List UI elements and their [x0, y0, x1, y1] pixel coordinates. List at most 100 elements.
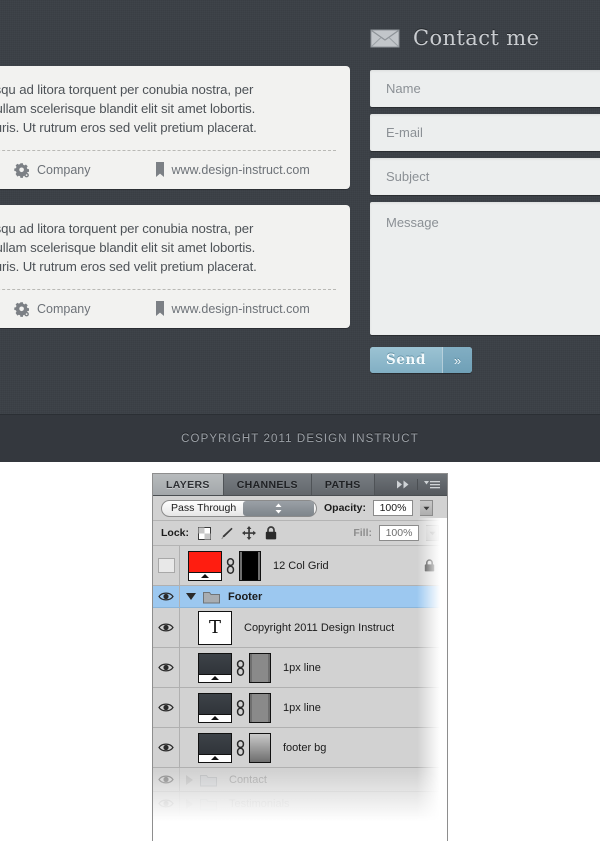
layer-mask-thumbnail[interactable] [239, 550, 261, 581]
layer-row-copyright-text[interactable]: T Copyright 2011 Design Instruct [153, 608, 447, 648]
layer-thumbnail[interactable] [188, 550, 222, 581]
panel-menu-icon[interactable] [424, 480, 440, 490]
website-meta[interactable]: www.design-instruct.com [155, 162, 310, 178]
layer-thumbnails: T [190, 610, 232, 645]
lock-position-icon[interactable] [242, 526, 257, 540]
group-expand-triangle-icon[interactable] [186, 774, 193, 785]
layer-row-footer-bg[interactable]: footer bg [153, 728, 447, 768]
group-expand-triangle-icon[interactable] [186, 798, 193, 809]
layer-mask-thumbnail[interactable] [249, 692, 271, 723]
chevron-down-icon [423, 506, 430, 510]
company-label: Company [37, 163, 91, 177]
layer-name: Copyright 2011 Design Instruct [244, 621, 395, 634]
eye-icon [158, 799, 174, 808]
website-mockup: i sociosqu ad litora torquent per conubi… [0, 0, 600, 462]
visibility-toggle[interactable] [153, 792, 180, 815]
contact-header: Contact me [370, 20, 600, 56]
testimonial-line: tor mauris. Ut rutrum eros sed velit pre… [0, 120, 257, 135]
send-button[interactable]: Send » [370, 347, 472, 373]
lock-image-icon[interactable] [220, 527, 233, 540]
link-mask-icon[interactable] [236, 739, 245, 756]
lock-transparency-icon[interactable] [198, 526, 212, 540]
testimonials-list: i sociosqu ad litora torquent per conubi… [0, 66, 350, 344]
layer-thumbnail[interactable] [198, 692, 232, 723]
visibility-toggle[interactable] [153, 546, 180, 585]
layer-row-testimonials-group[interactable]: Testimonials [153, 792, 447, 816]
text-layer-thumbnail[interactable]: T [198, 610, 232, 645]
opacity-slider-caret-icon[interactable] [420, 500, 434, 516]
testimonial-card: i sociosqu ad litora torquent per conubi… [0, 66, 350, 189]
company-meta: Company [14, 162, 91, 178]
tab-strip-spacer [375, 474, 392, 495]
layer-name: 12 Col Grid [273, 559, 329, 572]
visibility-toggle[interactable] [153, 728, 180, 767]
layer-row-footer-group[interactable]: Footer [153, 586, 447, 608]
tab-channels-label: CHANNELS [236, 478, 298, 491]
tab-layers[interactable]: LAYERS [153, 474, 224, 495]
visibility-toggle[interactable] [153, 688, 180, 727]
testimonial-meta: Company www.design-instruct.com [0, 290, 330, 328]
bookmark-icon [155, 301, 164, 316]
lock-all-icon[interactable] [265, 526, 277, 540]
company-meta: Company [14, 301, 91, 317]
bookmark-icon [155, 162, 164, 177]
stepper-arrows-icon[interactable] [242, 500, 314, 516]
layers-panel: LAYERS CHANNELS PATHS Pass Through Opaci… [152, 473, 448, 841]
testimonial-line: i sociosqu ad litora torquent per conubi… [0, 82, 254, 97]
link-mask-icon[interactable] [236, 699, 245, 716]
visibility-toggle[interactable] [153, 648, 180, 687]
envelope-icon [370, 29, 400, 48]
tab-channels[interactable]: CHANNELS [223, 474, 312, 495]
panel-header-controls [392, 474, 447, 495]
layer-mask-thumbnail[interactable] [249, 732, 271, 763]
panel-tab-strip: LAYERS CHANNELS PATHS [153, 474, 447, 496]
layer-thumbnails [180, 550, 261, 581]
tab-paths[interactable]: PATHS [311, 474, 375, 495]
testimonial-line: eos. Nullam scelerisque blandit elit sit… [0, 101, 256, 116]
layer-row-contact-group[interactable]: Contact [153, 768, 447, 792]
email-input[interactable] [370, 114, 600, 151]
gear-icon [14, 163, 29, 178]
layer-name: Contact [229, 773, 267, 786]
layer-row-1px-line-b[interactable]: 1px line [153, 688, 447, 728]
testimonial-line: tor mauris. Ut rutrum eros sed velit pre… [0, 259, 257, 274]
folder-icon [203, 591, 220, 603]
send-row: Send » [370, 347, 600, 373]
layer-thumbnail[interactable] [198, 732, 232, 763]
blend-mode-select[interactable]: Pass Through [161, 499, 317, 517]
name-input[interactable] [370, 70, 600, 107]
visibility-toggle[interactable] [153, 768, 180, 791]
website-meta[interactable]: www.design-instruct.com [155, 301, 310, 317]
layer-name: Footer [228, 590, 263, 603]
layer-row-12-col-grid[interactable]: 12 Col Grid [153, 546, 447, 586]
fill-label: Fill: [353, 527, 372, 539]
layer-thumbnail[interactable] [198, 652, 232, 683]
message-textarea[interactable] [370, 202, 600, 335]
gear-icon [14, 302, 29, 317]
lock-label: Lock: [161, 527, 190, 539]
eye-icon [158, 743, 174, 752]
contact-form: Contact me Send » [370, 20, 600, 373]
layer-thumbnails [190, 692, 271, 723]
testimonial-card: i sociosqu ad litora torquent per conubi… [0, 205, 350, 328]
layer-mask-thumbnail[interactable] [249, 652, 271, 683]
collapse-chevrons-icon[interactable] [396, 480, 411, 489]
tab-layers-label: LAYERS [166, 478, 210, 491]
header-divider [417, 479, 418, 490]
opacity-input[interactable]: 100% [373, 500, 414, 516]
layer-row-1px-line-a[interactable]: 1px line [153, 648, 447, 688]
group-expand-triangle-icon[interactable] [186, 593, 196, 600]
link-mask-icon[interactable] [236, 659, 245, 676]
visibility-toggle[interactable] [153, 608, 180, 647]
visibility-toggle[interactable] [153, 586, 180, 607]
fill-input[interactable]: 100% [379, 525, 419, 541]
send-button-label: Send [370, 347, 442, 373]
subject-input[interactable] [370, 158, 600, 195]
fill-slider-caret-icon[interactable] [426, 525, 439, 541]
testimonial-meta: Company www.design-instruct.com [0, 151, 330, 189]
link-mask-icon[interactable] [226, 557, 235, 574]
blend-opacity-row: Pass Through Opacity: 100% [153, 496, 447, 521]
photoshop-screenshot-area: LAYERS CHANNELS PATHS Pass Through Opaci… [0, 462, 600, 841]
layer-name: 1px line [283, 701, 321, 714]
layer-thumbnails [190, 732, 271, 763]
